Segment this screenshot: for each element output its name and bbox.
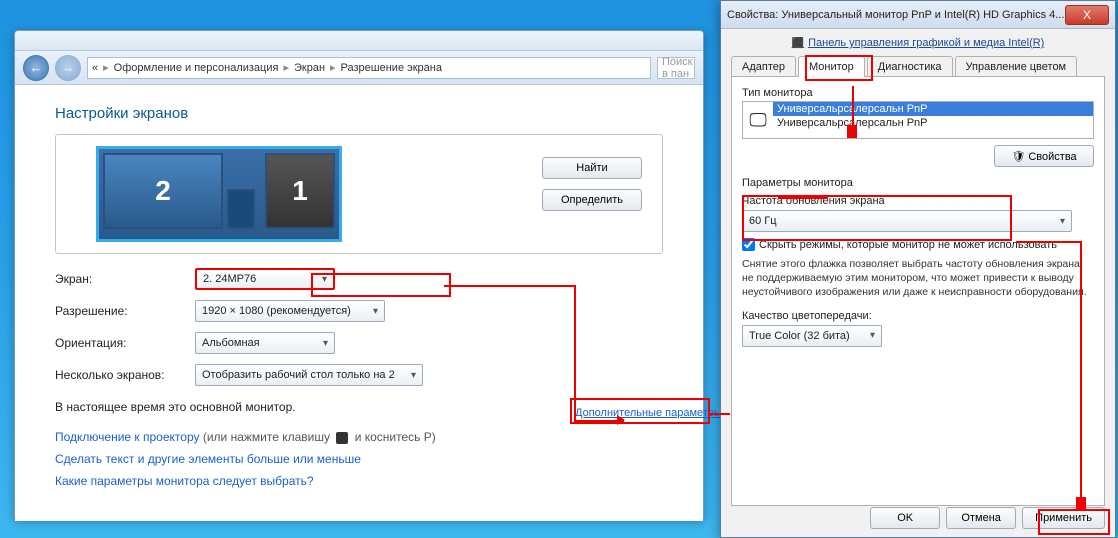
arrow-line (708, 413, 730, 415)
multi-display-combo[interactable]: Отобразить рабочий стол только на 2 (195, 364, 423, 386)
nav-back-button[interactable]: ← (23, 55, 49, 81)
refresh-rate-combo[interactable]: 60 Гц (742, 210, 1072, 232)
monitor-2-secondary[interactable] (227, 189, 255, 229)
screen-combo[interactable]: 2. 24MP76 (195, 268, 335, 290)
hide-modes-checkbox[interactable] (742, 238, 755, 251)
tab-strip: Адаптер Монитор Диагностика Управление ц… (731, 55, 1105, 76)
monitor-1-thumbnail[interactable]: 1 (265, 153, 335, 229)
find-button[interactable]: Найти (542, 157, 642, 179)
tab-monitor[interactable]: Монитор (798, 56, 865, 77)
screen-label: Экран: (55, 272, 195, 286)
arrow-line (574, 285, 576, 420)
which-params-link[interactable]: Какие параметры монитора следует выбрать… (55, 474, 663, 488)
monitor-params-label: Параметры монитора (742, 177, 1094, 189)
arrow-head-icon (847, 125, 857, 138)
arrow-line (1016, 241, 1082, 243)
orientation-combo[interactable]: Альбомная (195, 332, 335, 354)
breadcrumb[interactable]: « ▸ Оформление и персонализация ▸ Экран … (87, 57, 651, 79)
cancel-button[interactable]: Отмена (946, 507, 1016, 529)
arrow-line (1080, 241, 1082, 501)
hide-modes-label: Скрыть режимы, которые монитор не может … (759, 239, 1057, 251)
advanced-settings-link[interactable]: Дополнительные параметры (575, 407, 722, 419)
list-item[interactable]: Универсальрсалерсальн PnP (773, 102, 1093, 116)
arrow-line (444, 285, 574, 287)
red-strike-2 (778, 196, 828, 199)
dialog-title: Свойства: Универсальный монитор PnP и In… (727, 9, 1065, 21)
breadcrumb-item[interactable]: Разрешение экрана (341, 62, 442, 74)
projector-link[interactable]: Подключение к проектору (или нажмите кла… (55, 430, 663, 444)
tab-content-monitor: Тип монитора 🖵 Универсальрсалерсальн PnP… (731, 76, 1105, 506)
resolution-combo[interactable]: 1920 × 1080 (рекомендуется) (195, 300, 385, 322)
resolution-label: Разрешение: (55, 304, 195, 318)
display-settings-body: Настройки экранов 2 1 Найти Определить Э… (15, 85, 703, 521)
projector-hint: (или нажмите клавишу (203, 430, 330, 444)
monitor-2-thumbnail[interactable]: 2 (103, 153, 223, 229)
breadcrumb-root-icon: « (92, 62, 98, 74)
breadcrumb-item[interactable]: Оформление и персонализация (114, 62, 279, 74)
dialog-titlebar[interactable]: Свойства: Универсальный монитор PnP и In… (721, 1, 1115, 29)
hide-modes-checkbox-row[interactable]: Скрыть режимы, которые монитор не может … (742, 238, 1094, 251)
props-btn-label: Свойства (1028, 151, 1076, 163)
monitor-preview-area: 2 1 Найти Определить (55, 134, 663, 254)
windows-key-icon (336, 432, 348, 444)
ok-button[interactable]: OK (870, 507, 940, 529)
nav-forward-button[interactable]: → (55, 55, 81, 81)
display-settings-window: ← → « ▸ Оформление и персонализация ▸ Эк… (14, 30, 704, 520)
close-button[interactable]: X (1065, 5, 1109, 25)
window-titlebar[interactable] (15, 31, 703, 51)
arrow-head-icon (1076, 497, 1086, 510)
apply-button[interactable]: Применить (1022, 507, 1105, 529)
page-title: Настройки экранов (55, 105, 663, 122)
multi-label: Несколько экранов: (55, 368, 195, 382)
text-size-link[interactable]: Сделать текст и другие элементы больше и… (55, 452, 663, 466)
tab-color[interactable]: Управление цветом (955, 56, 1078, 77)
breadcrumb-sep: ▸ (283, 61, 289, 74)
arrow-head-icon (617, 415, 630, 425)
monitor-type-label: Тип монитора (742, 87, 1094, 99)
detect-button[interactable]: Определить (542, 189, 642, 211)
monitor-type-list[interactable]: 🖵 Универсальрсалерсальн PnP Универсальрс… (742, 101, 1094, 139)
primary-monitor-note: В настоящее время это основной монитор. (55, 400, 663, 414)
intel-panel-link[interactable]: Панель управления графикой и медиа Intel… (731, 37, 1105, 49)
hide-modes-hint: Снятие этого флажка позволяет выбрать ча… (742, 257, 1094, 300)
breadcrumb-sep: ▸ (330, 61, 336, 74)
dialog-button-row: OK Отмена Применить (870, 507, 1105, 529)
tab-adapter[interactable]: Адаптер (731, 56, 796, 77)
monitor-icon: 🖵 (743, 102, 773, 138)
breadcrumb-item[interactable]: Экран (294, 62, 325, 74)
monitor-group: 2 1 (96, 146, 342, 242)
search-input[interactable]: Поиск в пан (657, 57, 695, 79)
color-quality-label: Качество цветопередачи: (742, 310, 1094, 322)
monitor-properties-button[interactable]: 🛡 Свойства (994, 145, 1094, 167)
explorer-toolbar: ← → « ▸ Оформление и персонализация ▸ Эк… (15, 51, 703, 85)
list-item[interactable]: Универсальрсалерсальн PnP (773, 116, 1093, 130)
breadcrumb-sep: ▸ (103, 61, 109, 74)
projector-hint2: и коснитесь P) (355, 430, 436, 444)
projector-link-text: Подключение к проектору (55, 430, 200, 444)
tab-diagnostics[interactable]: Диагностика (867, 56, 953, 77)
color-quality-combo[interactable]: True Color (32 бита) (742, 325, 882, 347)
monitor-properties-dialog: Свойства: Универсальный монитор PnP и In… (720, 0, 1116, 538)
orientation-label: Ориентация: (55, 336, 195, 350)
